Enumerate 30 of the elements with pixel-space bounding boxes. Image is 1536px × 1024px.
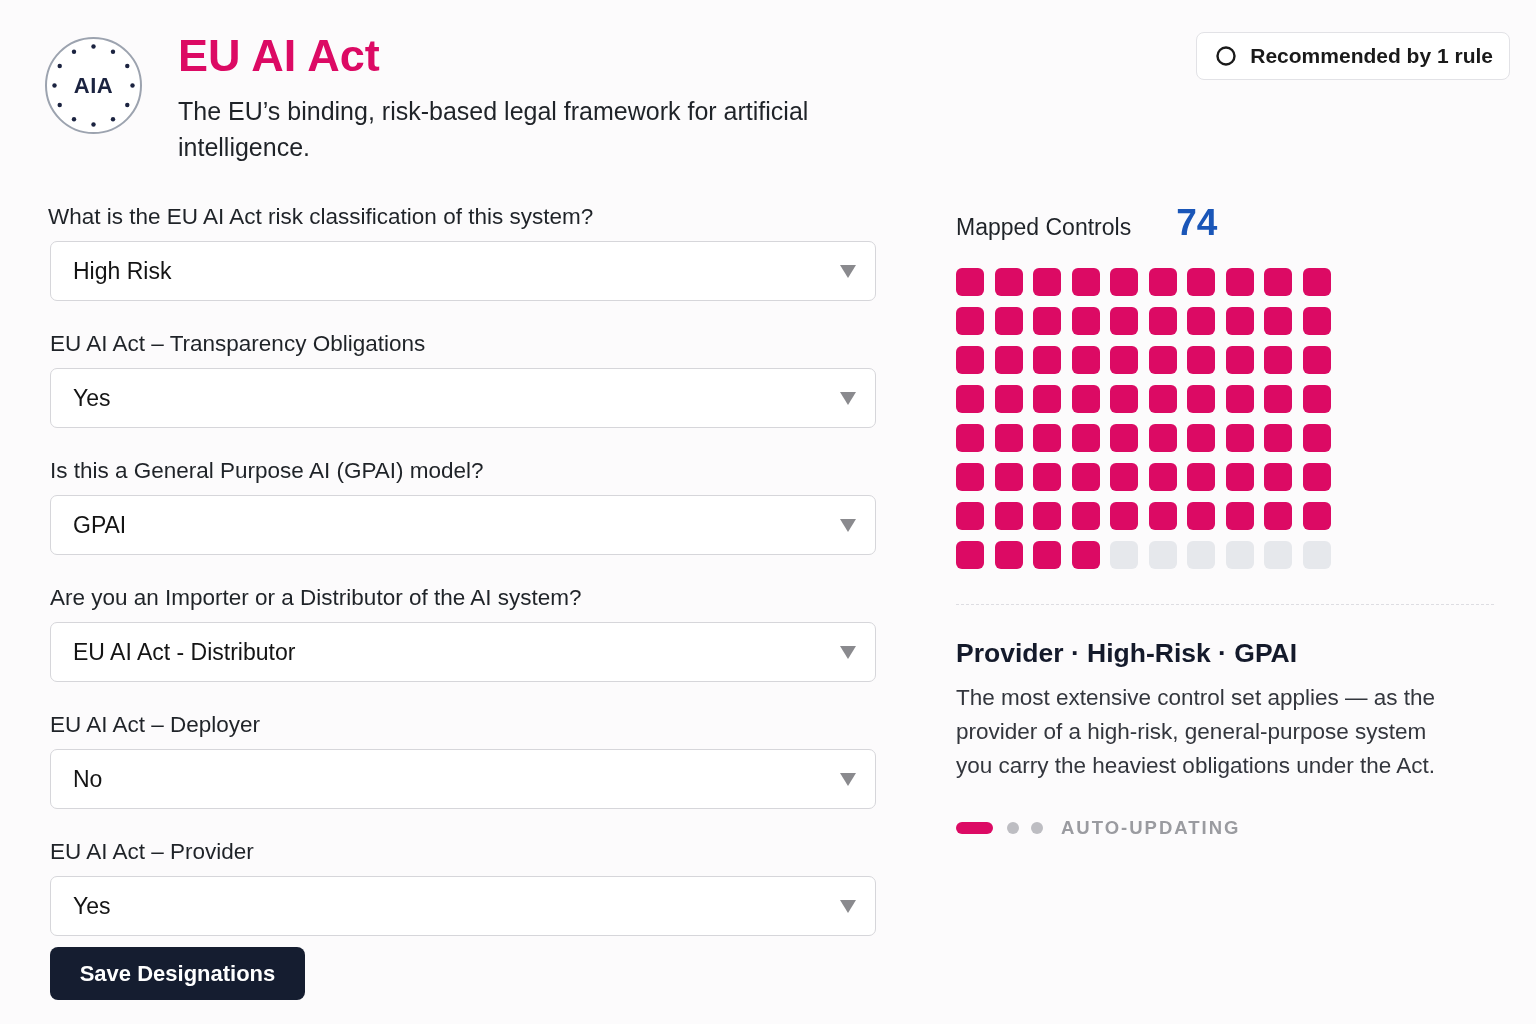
caret-icon (840, 772, 856, 786)
question-label: EU AI Act – Deployer (50, 711, 262, 739)
caret-icon (840, 518, 856, 532)
caret-icon (840, 645, 856, 659)
dropdown[interactable]: Yes (50, 876, 876, 936)
dropdown[interactable]: High Risk (50, 241, 876, 301)
page-description: The EU’s binding, risk-based legal framework for artificial intelligence. (178, 96, 810, 163)
dropdown[interactable]: No (50, 749, 876, 809)
question-label: What is the EU AI Act risk classification of this system? (48, 203, 595, 231)
logo-text: AIA (73, 72, 114, 99)
dropdown[interactable]: EU AI Act - Distributor (50, 622, 876, 682)
circle-icon (1216, 46, 1237, 66)
badge-label: Recommended by 1 rule (1250, 44, 1493, 68)
mapped-controls-count: 74 (1176, 203, 1218, 243)
question-label: Are you an Importer or a Distributor of the AI system? (50, 584, 583, 612)
question-label: Is this a General Purpose AI (GPAI) model? (50, 457, 485, 485)
save-button[interactable]: Save Designations (50, 947, 305, 1000)
dot-ring-icon (51, 43, 136, 128)
dropdown[interactable]: GPAI (50, 495, 876, 555)
status-label: AUTO-UPDATING (1061, 817, 1241, 839)
mapped-controls-label: Mapped Controls (956, 214, 1132, 241)
caret-icon (840, 899, 856, 913)
profile-description: The most extensive control set applies — as the provider of a high-risk, general-purpose system you carry the heaviest obligations under the Act. (956, 684, 1437, 780)
question-label: EU AI Act – Provider (50, 838, 255, 866)
dropdown[interactable]: Yes (50, 368, 876, 428)
question-label: EU AI Act – Transparency Obligations (50, 330, 427, 358)
profile-title: Provider · High-Risk · GPAI (956, 637, 1299, 670)
caret-icon (840, 391, 856, 405)
caret-icon (840, 264, 856, 278)
page-title: EU AI Act (178, 32, 381, 80)
